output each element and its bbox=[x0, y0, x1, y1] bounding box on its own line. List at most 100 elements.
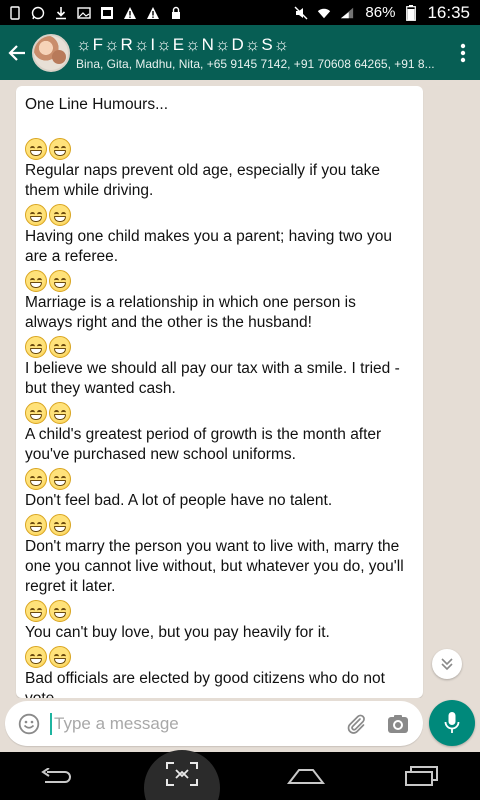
nav-home-button[interactable] bbox=[276, 752, 336, 800]
emoji-row bbox=[25, 334, 413, 359]
emoji-button[interactable] bbox=[17, 712, 41, 736]
attach-button[interactable] bbox=[341, 709, 371, 739]
warning-icon bbox=[123, 6, 137, 20]
emoji-mouth bbox=[30, 281, 42, 288]
image-icon bbox=[77, 6, 91, 20]
mute-icon bbox=[294, 6, 308, 20]
whatsapp-notification-icon bbox=[31, 6, 45, 20]
grinning-face-emoji-icon bbox=[25, 401, 47, 424]
screenshot-icon bbox=[166, 762, 198, 786]
joke-line: Bad officials are elected by good citize… bbox=[25, 670, 385, 687]
emoji-row bbox=[25, 268, 413, 293]
emoji-mouth bbox=[30, 611, 42, 618]
joke-line: one you cannot live without, but whateve… bbox=[25, 558, 404, 575]
voice-message-button[interactable] bbox=[429, 700, 475, 746]
gallery-icon bbox=[100, 6, 114, 20]
nav-back-button[interactable] bbox=[28, 752, 88, 800]
grinning-face-emoji-icon bbox=[25, 269, 47, 292]
battery-percent: 86% bbox=[365, 4, 396, 21]
joke-line: always right and the other is the husban… bbox=[25, 314, 312, 331]
emoji-mouth bbox=[30, 413, 42, 420]
group-avatar[interactable] bbox=[32, 33, 70, 72]
joke-line: vote. bbox=[25, 689, 413, 698]
joke-line: Having one child makes you a parent; hav… bbox=[25, 228, 393, 245]
emoji-mouth bbox=[54, 413, 66, 420]
grinning-face-emoji-icon bbox=[25, 645, 47, 668]
joke-line: Regular naps prevent old age, especially… bbox=[25, 162, 380, 179]
status-bar: 86% 16:35 bbox=[0, 0, 480, 25]
emoji-mouth bbox=[30, 657, 42, 664]
emoji-mouth bbox=[54, 479, 66, 486]
lock-icon bbox=[169, 6, 183, 20]
emoji-icon bbox=[18, 713, 40, 734]
joke-line: You can't buy love, but you pay heavily … bbox=[25, 624, 330, 641]
emoji-mouth bbox=[54, 215, 66, 222]
nav-screenshot-button[interactable] bbox=[144, 750, 220, 800]
emoji-mouth bbox=[54, 347, 66, 354]
camera-button[interactable] bbox=[383, 709, 413, 739]
grinning-face-emoji-icon bbox=[25, 467, 47, 490]
arrow-left-icon bbox=[8, 44, 25, 61]
back-button[interactable] bbox=[2, 25, 32, 80]
emoji-row bbox=[25, 466, 413, 491]
emoji-mouth bbox=[54, 281, 66, 288]
emoji-mouth bbox=[54, 149, 66, 156]
jokes-list: Regular naps prevent old age, especially… bbox=[25, 136, 413, 698]
emoji-row bbox=[25, 644, 413, 669]
warning-icon bbox=[146, 6, 160, 20]
battery-icon bbox=[404, 4, 418, 21]
scroll-to-bottom-button[interactable] bbox=[432, 649, 462, 679]
overflow-menu-button[interactable] bbox=[446, 25, 480, 80]
emoji-row bbox=[25, 400, 413, 425]
nav-recents-button[interactable] bbox=[392, 752, 452, 800]
grinning-face-emoji-icon bbox=[49, 269, 71, 292]
navigation-bar bbox=[0, 750, 480, 800]
nav-back-icon bbox=[41, 768, 71, 783]
group-title: ☼F☼R☼I☼E☼N☼D☼S☼ bbox=[76, 35, 291, 54]
emoji-mouth bbox=[54, 525, 66, 532]
joke-line: but they wanted cash. bbox=[25, 380, 176, 397]
signal-icon bbox=[340, 6, 354, 20]
emoji-mouth bbox=[30, 525, 42, 532]
emoji-mouth bbox=[54, 657, 66, 664]
home-icon bbox=[287, 769, 325, 784]
message-composer bbox=[5, 701, 423, 746]
joke-line: are a referee. bbox=[25, 248, 119, 265]
paperclip-icon bbox=[347, 714, 365, 734]
camera-icon bbox=[388, 714, 408, 733]
grinning-face-emoji-icon bbox=[25, 203, 47, 226]
grinning-face-emoji-icon bbox=[49, 137, 71, 160]
download-icon bbox=[54, 6, 68, 20]
emoji-row bbox=[25, 202, 413, 227]
grinning-face-emoji-icon bbox=[49, 401, 71, 424]
joke-line: Marriage is a relationship in which one … bbox=[25, 294, 356, 311]
grinning-face-emoji-icon bbox=[25, 513, 47, 536]
recents-icon bbox=[405, 766, 438, 786]
chat-info[interactable]: ☼F☼R☼I☼E☼N☼D☼S☼ Bina, Gita, Madhu, Nita,… bbox=[76, 34, 446, 71]
joke-line: Don't feel bad. A lot of people have no … bbox=[25, 492, 333, 509]
joke-line: I believe we should all pay our tax with… bbox=[25, 360, 400, 377]
status-bar-system: 86% 16:35 bbox=[294, 3, 470, 23]
chat-area[interactable]: One Line Humours... Regular naps prevent… bbox=[0, 80, 480, 698]
grinning-face-emoji-icon bbox=[25, 599, 47, 622]
microphone-icon bbox=[444, 712, 460, 733]
emoji-row bbox=[25, 598, 413, 623]
message-bubble[interactable]: One Line Humours... Regular naps prevent… bbox=[16, 86, 423, 698]
more-vert-icon bbox=[460, 43, 466, 62]
emoji-mouth bbox=[54, 611, 66, 618]
joke-line: Don't marry the person you want to live … bbox=[25, 538, 400, 555]
double-chevron-down-icon bbox=[441, 658, 453, 671]
grinning-face-emoji-icon bbox=[25, 335, 47, 358]
wifi-icon bbox=[317, 6, 331, 20]
notification-icon bbox=[8, 5, 22, 20]
emoji-mouth bbox=[30, 149, 42, 156]
clock: 16:35 bbox=[427, 2, 470, 22]
grinning-face-emoji-icon bbox=[25, 137, 47, 160]
emoji-row bbox=[25, 512, 413, 537]
grinning-face-emoji-icon bbox=[49, 599, 71, 622]
grinning-face-emoji-icon bbox=[49, 513, 71, 536]
emoji-mouth bbox=[30, 347, 42, 354]
message-input[interactable] bbox=[54, 713, 341, 734]
joke-line: them while driving. bbox=[25, 182, 154, 199]
